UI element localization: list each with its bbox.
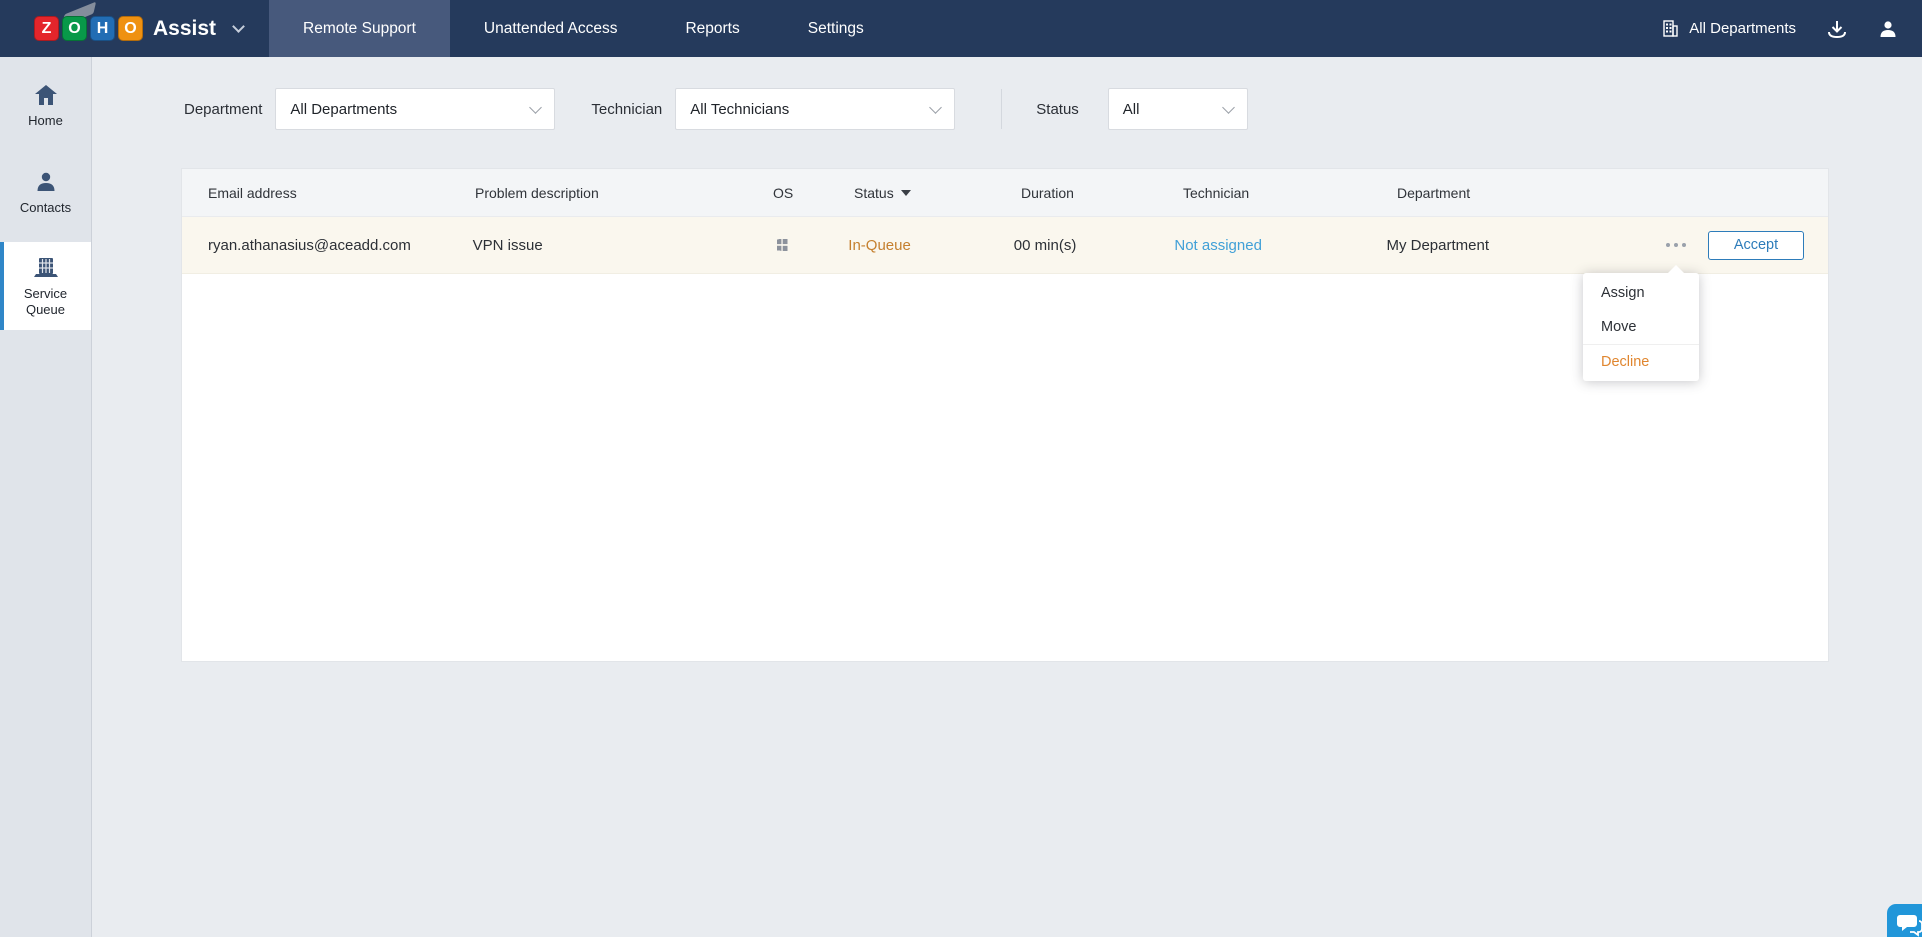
- column-header-technician: Technician: [1183, 185, 1397, 201]
- column-header-label: Duration: [1021, 185, 1074, 201]
- cell-problem-description: VPN issue: [473, 237, 768, 254]
- windows-os-icon: [777, 236, 860, 254]
- contacts-icon: [34, 171, 58, 193]
- department-filter-value: All Departments: [290, 101, 397, 118]
- tab-unattended-access[interactable]: Unattended Access: [450, 0, 652, 57]
- technician-filter-select[interactable]: All Technicians: [675, 88, 955, 130]
- sidebar-item-label: Home: [15, 113, 77, 129]
- menu-item-decline[interactable]: Decline: [1583, 344, 1699, 378]
- primary-nav: Remote Support Unattended Access Reports…: [269, 0, 898, 57]
- tab-reports[interactable]: Reports: [651, 0, 773, 57]
- cell-actions: Accept: [1664, 231, 1828, 260]
- chevron-down-icon: [530, 101, 543, 114]
- sidebar-item-service-queue[interactable]: Service Queue: [0, 242, 91, 330]
- sidebar: Home Contacts Service Queue: [0, 57, 92, 937]
- topbar: Z O H O Assist Remote Support Unattended…: [0, 0, 1922, 57]
- row-more-actions-icon[interactable]: [1664, 237, 1688, 253]
- zoho-assist-logo[interactable]: Z O H O Assist: [0, 0, 265, 57]
- cell-status: In-Queue: [848, 237, 1014, 254]
- department-filter-label: Department: [184, 101, 262, 118]
- row-actions-context-menu: Assign Move Decline: [1583, 273, 1699, 381]
- column-header-label: Email address: [208, 185, 297, 201]
- column-header-department: Department: [1397, 185, 1677, 201]
- cell-email: ryan.athanasius@aceadd.com: [208, 237, 473, 254]
- cell-department: My Department: [1386, 237, 1664, 254]
- column-header-label: Department: [1397, 185, 1470, 201]
- department-filter-select[interactable]: All Departments: [275, 88, 555, 130]
- menu-item-move[interactable]: Move: [1583, 310, 1699, 344]
- logo-letter: Z: [34, 16, 59, 41]
- column-header-duration: Duration: [1021, 185, 1183, 201]
- zoho-logo: Z O H O: [34, 16, 143, 41]
- department-scope-label: All Departments: [1689, 20, 1796, 37]
- logo-letter: O: [62, 16, 87, 41]
- logo-letter: H: [90, 16, 115, 41]
- column-header-label: OS: [773, 185, 793, 201]
- chevron-down-icon: [929, 101, 942, 114]
- department-scope-selector[interactable]: All Departments: [1661, 19, 1796, 38]
- table-header-row: Email address Problem description OS Sta…: [182, 169, 1828, 217]
- sidebar-item-label: Contacts: [15, 200, 77, 216]
- logo-letter: O: [118, 16, 143, 41]
- service-queue-icon: [33, 255, 59, 279]
- chevron-down-icon: [1222, 101, 1235, 114]
- column-header-label: Technician: [1183, 185, 1249, 201]
- status-filter-value: All: [1123, 101, 1140, 118]
- column-header-email: Email address: [208, 185, 475, 201]
- status-filter-select[interactable]: All: [1108, 88, 1248, 130]
- technician-filter-label: Technician: [591, 101, 662, 118]
- column-header-status[interactable]: Status: [854, 185, 1021, 201]
- tab-remote-support[interactable]: Remote Support: [269, 0, 450, 57]
- column-header-problem: Problem description: [475, 185, 773, 201]
- queue-filters: Department All Departments Technician Al…: [184, 87, 1248, 131]
- chat-widget-button[interactable]: [1887, 904, 1922, 937]
- sidebar-item-contacts[interactable]: Contacts: [0, 158, 91, 229]
- home-icon: [34, 84, 58, 106]
- service-queue-panel: Email address Problem description OS Sta…: [181, 168, 1829, 662]
- download-icon[interactable]: [1826, 19, 1848, 39]
- filters-divider: [1001, 89, 1002, 129]
- organization-building-icon: [1661, 19, 1680, 38]
- product-name: Assist: [153, 17, 216, 41]
- cell-os: [768, 238, 848, 252]
- technician-filter-value: All Technicians: [690, 101, 789, 118]
- app-switcher-chevron-icon[interactable]: [232, 20, 245, 33]
- sidebar-item-label: Service Queue: [15, 286, 77, 317]
- tab-settings[interactable]: Settings: [774, 0, 898, 57]
- topbar-actions: All Departments: [1661, 0, 1922, 57]
- column-header-os: OS: [773, 185, 854, 201]
- column-header-label: Status: [854, 185, 894, 201]
- cell-duration: 00 min(s): [1014, 237, 1175, 254]
- sort-descending-icon[interactable]: [901, 190, 911, 196]
- user-account-icon[interactable]: [1878, 19, 1898, 39]
- column-header-label: Problem description: [475, 185, 599, 201]
- accept-button[interactable]: Accept: [1708, 231, 1804, 260]
- table-row[interactable]: ryan.athanasius@aceadd.com VPN issue In-…: [182, 217, 1828, 274]
- status-filter-label: Status: [1036, 101, 1079, 118]
- sidebar-item-home[interactable]: Home: [0, 71, 91, 142]
- menu-item-assign[interactable]: Assign: [1583, 276, 1699, 310]
- chat-bubbles-icon: [1896, 912, 1922, 937]
- cell-technician[interactable]: Not assigned: [1174, 237, 1386, 254]
